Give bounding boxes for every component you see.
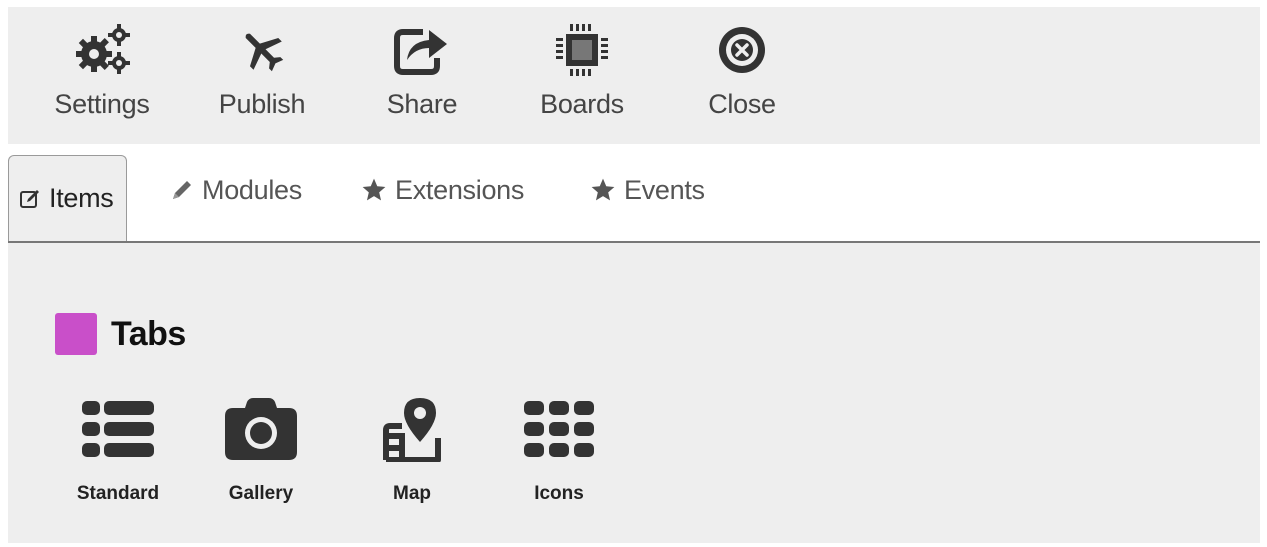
item-map-label: Map [393,483,431,504]
share-icon [392,19,452,81]
settings-label: Settings [54,89,150,119]
map-pin-icon [372,393,452,465]
chip-icon [552,19,612,81]
grid-icon [519,393,599,465]
item-icons-label: Icons [534,483,584,504]
item-icons[interactable]: Icons [494,393,624,513]
plane-icon [232,19,292,81]
item-gallery[interactable]: Gallery [196,393,326,513]
star-icon [361,177,387,203]
close-label: Close [708,89,776,119]
item-map[interactable]: Map [347,393,477,513]
share-label: Share [386,89,458,119]
camera-icon [221,393,301,465]
close-button[interactable]: Close [677,19,807,129]
top-toolbar: Settings Publish Share Boards Close [8,7,1260,144]
close-circle-icon [712,19,772,81]
publish-label: Publish [218,89,306,119]
pencil-icon [170,178,194,202]
tab-extensions-label: Extensions [395,174,525,205]
section-title: Tabs [111,314,186,353]
share-button[interactable]: Share [357,19,487,129]
list-icon [78,393,158,465]
tab-modules-label: Modules [202,174,302,205]
item-standard-label: Standard [76,483,160,504]
content-panel: Tabs Standard Gallery Map Icons [8,243,1260,543]
tab-bar: Items Modules Extensions Events [8,144,1260,243]
section-color-swatch [55,313,97,355]
tab-items-label: Items [49,183,114,213]
tab-extensions[interactable]: Extensions [361,164,524,216]
tab-modules[interactable]: Modules [170,164,302,216]
tab-events[interactable]: Events [590,164,705,216]
item-gallery-label: Gallery [228,483,294,504]
boards-button[interactable]: Boards [517,19,647,129]
section-header: Tabs [55,311,186,357]
star-icon [590,177,616,203]
publish-button[interactable]: Publish [197,19,327,129]
boards-label: Boards [540,89,624,119]
settings-button[interactable]: Settings [37,19,167,129]
item-standard[interactable]: Standard [53,393,183,513]
edit-icon [19,188,41,210]
tab-items[interactable]: Items [8,155,127,241]
tab-events-label: Events [624,174,705,205]
cogs-icon [72,19,132,81]
